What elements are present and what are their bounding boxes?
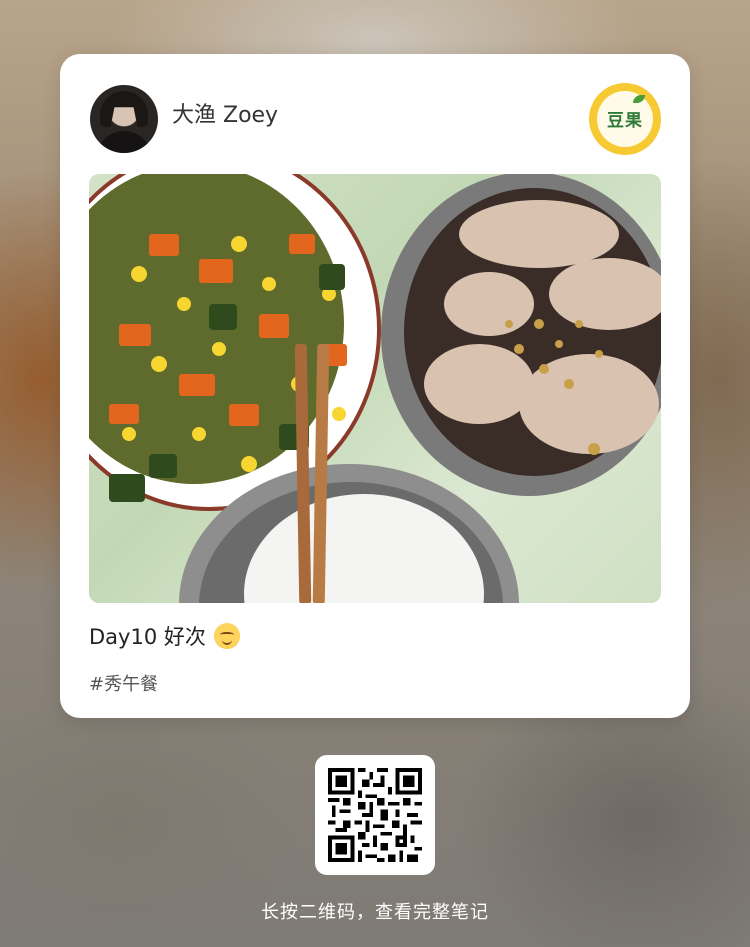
food-photo-illustration [89,174,661,603]
relieved-face-icon [213,623,240,649]
caption-text: Day10 好次 [89,625,206,649]
food-photo[interactable] [89,174,661,603]
qr-code[interactable] [315,755,435,875]
author-avatar[interactable] [90,85,158,153]
author-name[interactable]: 大渔 Zoey [172,102,278,130]
scan-hint: 长按二维码，查看完整笔记 [261,902,489,923]
hashtag-link[interactable]: #秀午餐 [89,672,158,698]
qr-code-icon [328,768,422,862]
note-card[interactable]: 大渔 Zoey 豆果 Day10 好次 #秀午餐 [60,54,690,718]
share-poster: 大渔 Zoey 豆果 Day10 好次 #秀午餐 长按二维码，查看完整笔记 [0,0,750,947]
note-caption: Day10 好次 [89,622,240,652]
logo-text: 豆果 [607,111,643,131]
douguo-logo: 豆果 [589,83,661,155]
